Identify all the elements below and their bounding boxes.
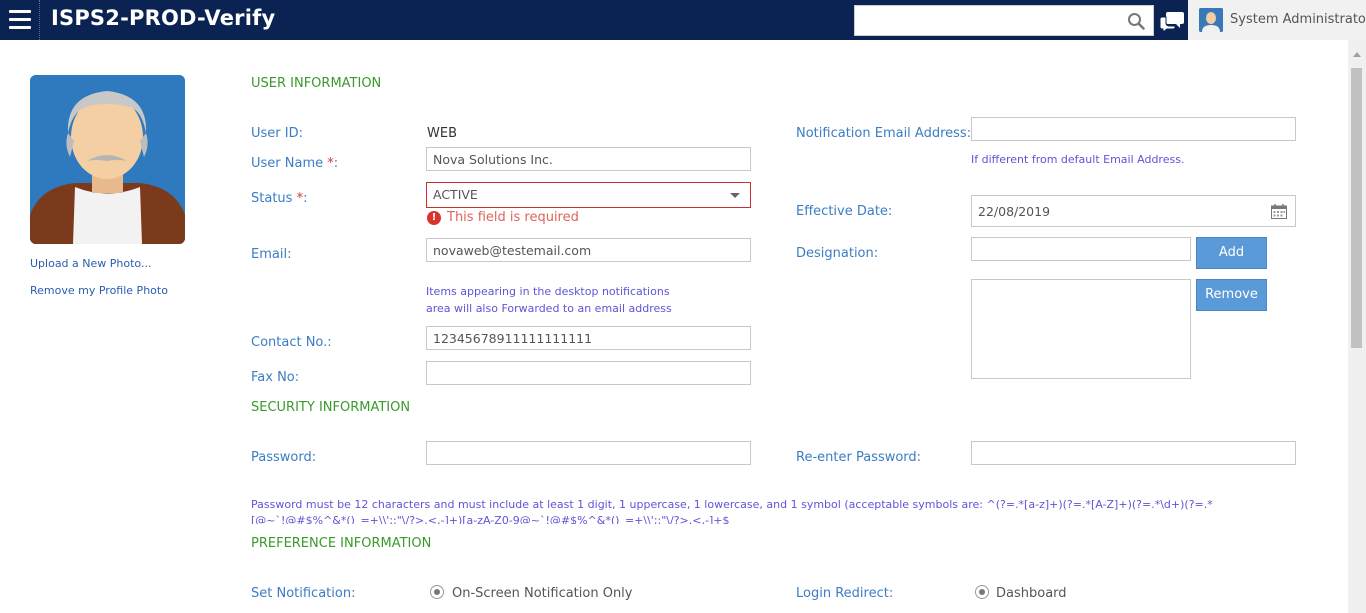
password-field[interactable] xyxy=(426,441,751,465)
chat-icon[interactable] xyxy=(1160,10,1184,32)
global-search xyxy=(854,5,1154,36)
designation-list[interactable] xyxy=(971,279,1191,379)
fax-field[interactable] xyxy=(426,361,751,385)
status-label: Status *: xyxy=(251,191,308,206)
top-navigation-bar: ISPS2-PROD-Verify System Administrator xyxy=(0,0,1366,40)
required-marker: * xyxy=(296,191,304,206)
password-label: Password: xyxy=(251,450,317,465)
user-name: System Administrator xyxy=(1230,12,1366,27)
security-information-heading: SECURITY INFORMATION xyxy=(251,400,411,415)
status-error-message: ! This field is required xyxy=(427,210,579,225)
email-hint-line-2: area will also Forwarded to an email add… xyxy=(426,302,672,315)
dashboard-redirect-radio[interactable] xyxy=(975,585,989,599)
designation-field[interactable] xyxy=(971,237,1191,261)
remove-designation-button[interactable]: Remove xyxy=(1196,279,1267,311)
status-error-text: This field is required xyxy=(447,210,579,225)
menu-icon[interactable] xyxy=(9,10,31,30)
scroll-thumb[interactable] xyxy=(1351,68,1362,348)
search-icon[interactable] xyxy=(1127,12,1145,30)
search-input[interactable] xyxy=(855,6,1115,35)
user-name-label-text: User Name xyxy=(251,156,324,171)
upload-photo-link[interactable]: Upload a New Photo... xyxy=(30,257,151,270)
dashboard-redirect-option[interactable]: Dashboard xyxy=(996,586,1067,601)
user-menu[interactable]: System Administrator xyxy=(1188,0,1366,40)
page-scrollbar[interactable] xyxy=(1348,40,1366,613)
scroll-up-arrow[interactable] xyxy=(1353,52,1361,57)
notification-email-hint: If different from default Email Address. xyxy=(971,153,1185,166)
fax-label: Fax No: xyxy=(251,370,300,385)
user-information-heading: USER INFORMATION xyxy=(251,76,382,91)
login-redirect-label: Login Redirect: xyxy=(796,586,894,601)
header-divider xyxy=(39,0,40,40)
user-name-field[interactable] xyxy=(426,147,751,171)
email-label: Email: xyxy=(251,247,292,262)
add-designation-button[interactable]: Add xyxy=(1196,237,1267,269)
user-avatar-icon xyxy=(1199,8,1223,32)
user-id-value: WEB xyxy=(427,126,457,141)
user-id-label: User ID: xyxy=(251,126,303,141)
profile-photo xyxy=(30,75,185,244)
onscreen-notification-option[interactable]: On-Screen Notification Only xyxy=(452,586,633,601)
user-name-label: User Name *: xyxy=(251,156,339,171)
reenter-password-label: Re-enter Password: xyxy=(796,450,922,465)
status-select[interactable]: ACTIVE xyxy=(426,182,751,208)
effective-date-field[interactable]: 22/08/2019 xyxy=(971,195,1296,227)
contact-label: Contact No.: xyxy=(251,335,332,350)
password-requirements-note: Password must be 12 characters and must … xyxy=(251,498,1213,524)
contact-field[interactable] xyxy=(426,326,751,350)
onscreen-notification-radio[interactable] xyxy=(430,585,444,599)
email-hint: Items appearing in the desktop notificat… xyxy=(426,283,672,317)
effective-date-label: Effective Date: xyxy=(796,204,893,219)
calendar-icon[interactable] xyxy=(1271,204,1287,219)
app-title: ISPS2-PROD-Verify xyxy=(51,6,276,30)
notification-email-label: Notification Email Address: xyxy=(796,126,972,141)
required-marker: * xyxy=(327,156,334,171)
chevron-down-icon xyxy=(730,193,740,198)
notification-email-field[interactable] xyxy=(971,117,1296,141)
set-notification-label: Set Notification: xyxy=(251,586,356,601)
remove-photo-link[interactable]: Remove my Profile Photo xyxy=(30,284,168,297)
email-field[interactable] xyxy=(426,238,751,262)
reenter-password-field[interactable] xyxy=(971,441,1296,465)
designation-label: Designation: xyxy=(796,246,879,261)
email-hint-line-1: Items appearing in the desktop notificat… xyxy=(426,285,670,298)
preference-information-heading: PREFERENCE INFORMATION xyxy=(251,536,432,551)
effective-date-value: 22/08/2019 xyxy=(978,204,1051,219)
error-icon: ! xyxy=(427,210,441,225)
status-selected-value: ACTIVE xyxy=(433,187,478,202)
status-label-text: Status xyxy=(251,191,293,206)
